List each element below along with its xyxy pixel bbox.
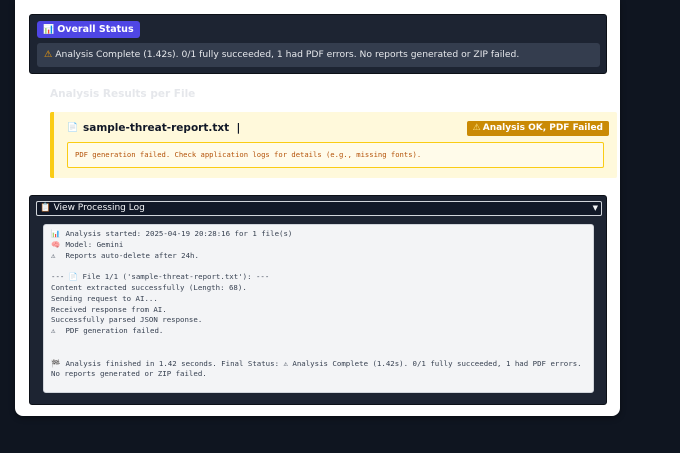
log-line-text: PDF generation failed. [65, 326, 164, 336]
log-line-text: --- 📄 File 1/1 ('sample-threat-report.tx… [51, 272, 270, 282]
chart-icon: 📊 [43, 25, 55, 35]
log-line-text: Received response from AI. [51, 304, 167, 314]
file-name: sample-threat-report.txt | [83, 122, 240, 134]
log-line: Content extracted successfully (Length: … [51, 283, 586, 294]
chevron-down-icon: ▼ [592, 204, 598, 212]
file-result-card: 📄 sample-threat-report.txt | ⚠ Analysis O… [50, 112, 617, 178]
log-line-icon: 📊 [51, 229, 61, 238]
warning-icon: ⚠ [472, 123, 481, 133]
log-line-text: Content extracted successfully (Length: … [51, 282, 247, 292]
file-icon: 📄 [67, 123, 79, 133]
log-line: ⚠ Reports auto-delete after 24h. [51, 251, 586, 262]
overall-status-text: Analysis Complete (1.42s). 0/1 fully suc… [55, 49, 520, 60]
file-name-text: sample-threat-report.txt [83, 122, 230, 134]
log-line: Successfully parsed JSON response. [51, 315, 586, 326]
log-line: 📊 Analysis started: 2025-04-19 20:28:16 … [51, 229, 586, 240]
log-line: 🧠 Model: Gemini [51, 240, 586, 251]
text-cursor: | [236, 122, 241, 134]
result-status-badge: ⚠ Analysis OK, PDF Failed [466, 121, 609, 136]
result-badge-label: Analysis OK, PDF Failed [482, 123, 603, 133]
clipboard-icon: 📋 [40, 203, 51, 213]
log-line: ⚠ PDF generation failed. [51, 326, 586, 337]
log-line: --- 📄 File 1/1 ('sample-threat-report.tx… [51, 272, 586, 283]
log-line: Sending request to AI... [51, 294, 586, 305]
overall-status-panel: 📊 Overall Status ⚠ Analysis Complete (1.42… [29, 14, 607, 74]
log-line-text: Successfully parsed JSON response. [51, 315, 203, 325]
overall-status-message: ⚠ Analysis Complete (1.42s). 0/1 fully su… [37, 43, 600, 67]
overall-status-chip: 📊 Overall Status [37, 21, 140, 38]
log-line-icon: 🧠 [51, 239, 61, 249]
log-line-icon: ⚠ [51, 250, 56, 260]
log-line: Received response from AI. [51, 305, 586, 316]
log-final-line: 🏁 Analysis finished in 1.42 seconds. Fin… [51, 359, 586, 381]
overall-status-title: Overall Status [57, 24, 134, 35]
view-log-label: View Processing Log [53, 203, 145, 213]
log-line-text: Sending request to AI... [51, 293, 158, 303]
log-line-icon: ⚠ [51, 326, 56, 336]
warning-icon: ⚠ [44, 49, 53, 60]
log-final-text: Analysis finished in 1.42 seconds. Final… [51, 358, 582, 379]
finish-flag-icon: 🏁 [51, 358, 61, 368]
log-output: 📊 Analysis started: 2025-04-19 20:28:16 … [43, 224, 594, 393]
log-line-text: Model: Gemini [65, 239, 124, 249]
results-heading: Analysis Results per File [50, 88, 196, 100]
main-card: 📊 Overall Status ⚠ Analysis Complete (1.42… [15, 0, 620, 416]
log-line-text: Analysis started: 2025-04-19 20:28:16 fo… [65, 229, 293, 238]
processing-log-panel: 📋 View Processing Log ▼ 📊 Analysis starte… [29, 195, 607, 405]
result-error-message: PDF generation failed. Check application… [67, 142, 604, 168]
view-log-toggle[interactable]: 📋 View Processing Log ▼ [36, 201, 602, 216]
log-line-text: Reports auto-delete after 24h. [65, 250, 199, 260]
